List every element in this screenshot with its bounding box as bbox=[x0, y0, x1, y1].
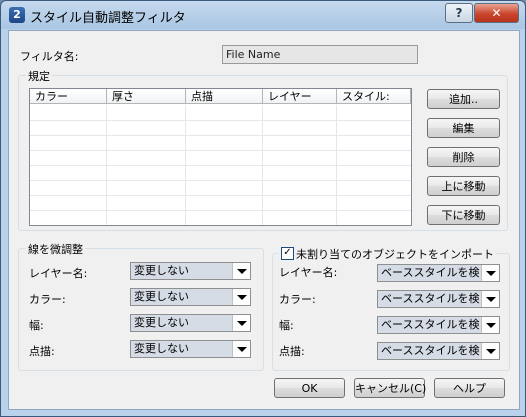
select-value: 変更しない bbox=[134, 290, 189, 303]
grid-row-line bbox=[30, 180, 411, 181]
add-button[interactable]: 追加.. bbox=[427, 89, 500, 109]
help-button[interactable]: ヘルプ bbox=[434, 378, 505, 398]
fine-tune-width-select[interactable]: 変更しない bbox=[130, 314, 251, 332]
fine-tune-layer-label: レイヤー名: bbox=[29, 267, 88, 280]
move-up-button[interactable]: 上に移動 bbox=[427, 176, 500, 196]
fine-tune-stipple-select[interactable]: 変更しない bbox=[130, 340, 251, 358]
chevron-down-icon[interactable] bbox=[481, 265, 499, 281]
import-unassigned-group-title[interactable]: 未割り当てのオブジェクトをインポート bbox=[278, 246, 496, 262]
filter-name-input[interactable]: File Name bbox=[222, 45, 418, 64]
chevron-down-icon[interactable] bbox=[481, 317, 499, 333]
rules-grid-header: カラー 厚さ 点描 レイヤー スタイル: bbox=[30, 89, 411, 105]
dialog-body: フィルタ名: File Name 規定 カラー 厚さ 点描 レイヤー スタイル: bbox=[8, 30, 520, 410]
fine-tune-width-label: 幅: bbox=[29, 319, 44, 332]
chevron-down-icon[interactable] bbox=[232, 341, 250, 357]
window-title: スタイル自動調整フィルタ bbox=[30, 11, 186, 26]
column-header-color[interactable]: カラー bbox=[30, 89, 107, 104]
title-bar[interactable]: 2 スタイル自動調整フィルタ ? ✕ bbox=[1, 1, 525, 29]
help-icon[interactable]: ? bbox=[445, 3, 473, 23]
chevron-down-icon[interactable] bbox=[232, 263, 250, 279]
filter-name-label: フィルタ名: bbox=[20, 50, 79, 63]
column-header-layer[interactable]: レイヤー bbox=[263, 89, 337, 104]
select-value: ベーススタイルを検索: bbox=[381, 266, 480, 279]
ok-button[interactable]: OK bbox=[274, 378, 345, 398]
import-layer-select[interactable]: ベーススタイルを検索: bbox=[377, 264, 500, 282]
fine-tune-layer-select[interactable]: 変更しない bbox=[130, 262, 251, 280]
fine-tune-stipple-label: 点描: bbox=[29, 345, 55, 358]
chevron-down-icon[interactable] bbox=[481, 343, 499, 359]
fine-tune-color-select[interactable]: 変更しない bbox=[130, 288, 251, 306]
chevron-down-icon[interactable] bbox=[481, 291, 499, 307]
select-value: ベーススタイルを検索: bbox=[381, 318, 480, 331]
select-value: 変更しない bbox=[134, 342, 189, 355]
select-value: 変更しない bbox=[134, 264, 189, 277]
import-color-label: カラー: bbox=[279, 293, 316, 306]
select-value: ベーススタイルを検索: bbox=[381, 344, 480, 357]
import-width-label: 幅: bbox=[279, 319, 294, 332]
grid-row-line bbox=[30, 150, 411, 151]
dialog-window: 2 スタイル自動調整フィルタ ? ✕ フィルタ名: File Name 規定 カ… bbox=[0, 0, 526, 417]
column-header-style[interactable]: スタイル: bbox=[337, 89, 411, 104]
column-header-thickness[interactable]: 厚さ bbox=[107, 89, 186, 104]
app-icon: 2 bbox=[9, 7, 25, 23]
import-color-select[interactable]: ベーススタイルを検索: bbox=[377, 290, 500, 308]
fine-tune-color-label: カラー: bbox=[29, 293, 66, 306]
import-width-select[interactable]: ベーススタイルを検索: bbox=[377, 316, 500, 334]
import-stipple-label: 点描: bbox=[279, 345, 305, 358]
close-icon[interactable]: ✕ bbox=[474, 3, 519, 23]
import-unassigned-checkbox[interactable]: ✓ bbox=[281, 247, 294, 260]
grid-row-line bbox=[30, 135, 411, 136]
delete-button[interactable]: 削除 bbox=[427, 147, 500, 167]
move-down-button[interactable]: 下に移動 bbox=[427, 205, 500, 225]
grid-row-line bbox=[30, 195, 411, 196]
column-header-stipple[interactable]: 点描 bbox=[186, 89, 263, 104]
edit-button[interactable]: 編集 bbox=[427, 118, 500, 138]
select-value: 変更しない bbox=[134, 316, 189, 329]
grid-row-line bbox=[30, 165, 411, 166]
fine-tune-group-title: 線を微調整 bbox=[26, 241, 85, 257]
rules-grid[interactable]: カラー 厚さ 点描 レイヤー スタイル: bbox=[29, 88, 412, 226]
chevron-down-icon[interactable] bbox=[232, 289, 250, 305]
grid-row-line bbox=[30, 210, 411, 211]
import-stipple-select[interactable]: ベーススタイルを検索: bbox=[377, 342, 500, 360]
import-layer-label: レイヤー名: bbox=[279, 266, 338, 279]
rules-group-title: 規定 bbox=[26, 68, 52, 84]
grid-row-line bbox=[30, 120, 411, 121]
select-value: ベーススタイルを検索: bbox=[381, 292, 480, 305]
cancel-button[interactable]: キャンセル(C) bbox=[354, 378, 426, 398]
chevron-down-icon[interactable] bbox=[232, 315, 250, 331]
